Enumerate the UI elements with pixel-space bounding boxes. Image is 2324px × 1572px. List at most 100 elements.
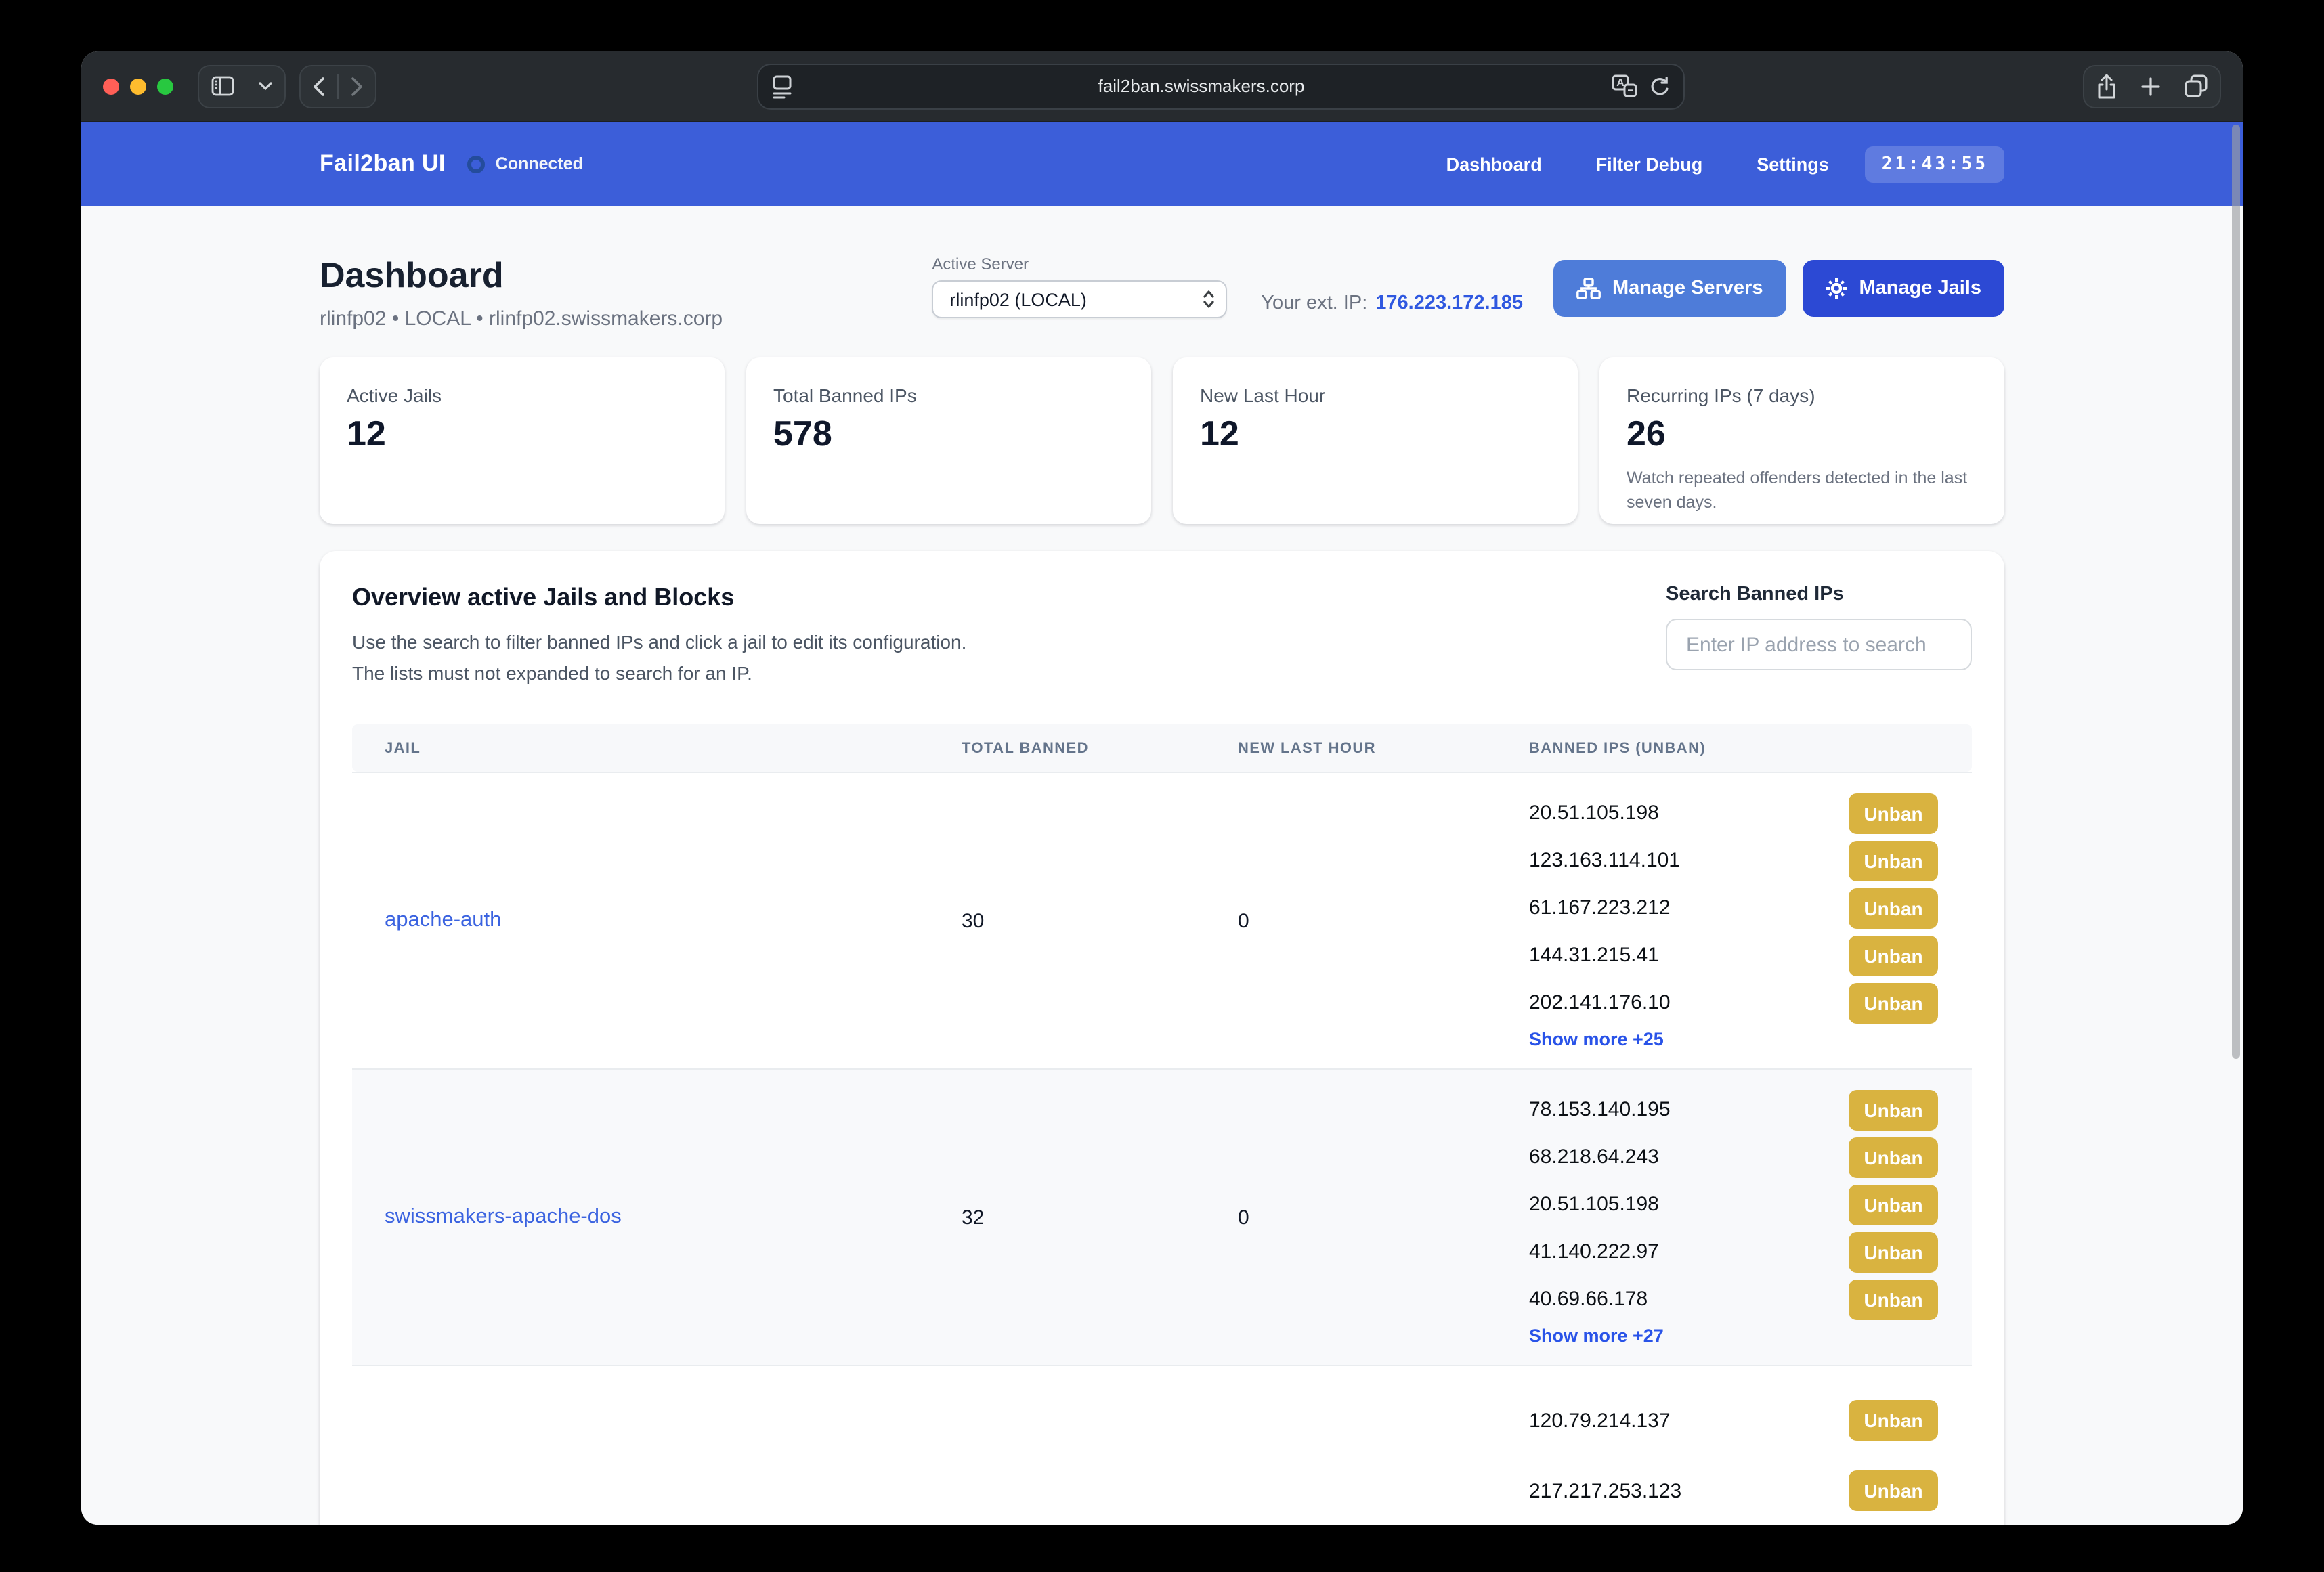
unban-button[interactable]: Unban: [1849, 1470, 1938, 1511]
unban-button[interactable]: Unban: [1849, 1400, 1938, 1441]
banned-ip-row: 41.140.222.97 Unban: [1529, 1228, 1972, 1275]
column-header-banned-ips: BANNED IPS (UNBAN): [1529, 740, 1972, 756]
banned-ip: 78.153.140.195: [1529, 1098, 1671, 1121]
nav-item-filter-debug[interactable]: Filter Debug: [1596, 154, 1703, 174]
jails-table: JAIL TOTAL BANNED NEW LAST HOUR BANNED I…: [352, 724, 1972, 1525]
nav-item-settings[interactable]: Settings: [1757, 154, 1829, 174]
banned-ip: 68.218.64.243: [1529, 1145, 1659, 1169]
stat-label: Active Jails: [347, 385, 697, 406]
unban-button[interactable]: Unban: [1849, 935, 1938, 976]
clock-badge: 21:43:55: [1866, 146, 2004, 182]
stat-value: 578: [773, 413, 1124, 455]
table-header: JAIL TOTAL BANNED NEW LAST HOUR BANNED I…: [352, 724, 1972, 772]
stat-card-total-banned: Total Banned IPs 578: [746, 357, 1151, 524]
screenshot-root: fail2ban.swissmakers.corp A: [0, 0, 2324, 1572]
column-header-jail: JAIL: [352, 740, 962, 756]
app-navbar: Fail2ban UI Connected Dashboard Filter D…: [81, 122, 2243, 206]
banned-ip-row: 20.51.105.198 Unban: [1529, 1181, 1972, 1228]
table-row: 120.79.214.137 Unban 217.217.253.123 Unb…: [352, 1365, 1972, 1525]
stat-value: 12: [1200, 413, 1551, 455]
banned-ip: 120.79.214.137: [1529, 1409, 1671, 1432]
unban-button[interactable]: Unban: [1849, 1279, 1938, 1319]
scrollbar-thumb[interactable]: [2232, 125, 2240, 1059]
share-icon[interactable]: [2084, 66, 2129, 106]
connection-status-label: Connected: [496, 154, 583, 173]
panel-description: Use the search to filter banned IPs and …: [352, 627, 966, 689]
active-server-value: rlinfp02 (LOCAL): [949, 289, 1087, 309]
banned-ip: 217.217.253.123: [1529, 1479, 1681, 1502]
banned-ip-row: 40.69.66.178 Unban: [1529, 1275, 1972, 1323]
jail-link[interactable]: swissmakers-apache-dos: [385, 1205, 622, 1229]
page-subtitle: rlinfp02 • LOCAL • rlinfp02.swissmakers.…: [320, 307, 723, 330]
total-banned-value: 30: [962, 773, 1238, 1068]
gear-icon: [1825, 278, 1847, 299]
manage-jails-label: Manage Jails: [1859, 278, 1981, 299]
banned-ip-row: 120.79.214.137 Unban: [1529, 1385, 1972, 1456]
page-header: Dashboard rlinfp02 • LOCAL • rlinfp02.sw…: [320, 255, 2004, 330]
show-more-link[interactable]: Show more +25: [1529, 1029, 1664, 1049]
stat-label: Total Banned IPs: [773, 385, 1124, 406]
close-window-button[interactable]: [103, 78, 119, 94]
banned-ips-cell: 78.153.140.195 Unban 68.218.64.243 Unban…: [1529, 1070, 1972, 1365]
stat-cards: Active Jails 12 Total Banned IPs 578 New…: [320, 357, 2004, 524]
unban-button[interactable]: Unban: [1849, 840, 1938, 881]
new-tab-icon[interactable]: [2129, 66, 2172, 106]
sidebar-toggle-group: [198, 64, 286, 108]
tab-overview-icon[interactable]: [2172, 66, 2220, 106]
url-text: fail2ban.swissmakers.corp: [792, 76, 1611, 96]
stat-card-new-last-hour: New Last Hour 12: [1173, 357, 1578, 524]
jail-link[interactable]: apache-auth: [385, 909, 501, 933]
unban-button[interactable]: Unban: [1849, 1231, 1938, 1272]
banned-ip-row: 61.167.223.212 Unban: [1529, 884, 1972, 932]
banned-ip: 123.163.114.101: [1529, 849, 1680, 872]
unban-button[interactable]: Unban: [1849, 1184, 1938, 1225]
select-stepper-icon: [1203, 290, 1215, 309]
banned-ip: 144.31.215.41: [1529, 944, 1659, 967]
banned-ip: 202.141.176.10: [1529, 991, 1671, 1014]
banned-ips-cell: 20.51.105.198 Unban 123.163.114.101 Unba…: [1529, 773, 1972, 1068]
active-server-label: Active Server: [932, 255, 1227, 274]
banned-ip: 41.140.222.97: [1529, 1240, 1659, 1263]
banned-ip-row: 217.217.253.123 Unban: [1529, 1456, 1972, 1525]
address-bar-wrap: fail2ban.swissmakers.corp A: [376, 63, 2064, 109]
back-icon[interactable]: [301, 66, 337, 106]
website-settings-icon[interactable]: [771, 74, 792, 98]
toolbar-actions-group: [2083, 64, 2221, 108]
banned-ip-row: 78.153.140.195 Unban: [1529, 1086, 1972, 1133]
stat-value: 26: [1627, 413, 1977, 455]
unban-button[interactable]: Unban: [1849, 793, 1938, 833]
search-input[interactable]: [1666, 619, 1972, 670]
banned-ips-cell: 120.79.214.137 Unban 217.217.253.123 Unb…: [1529, 1366, 1972, 1525]
manage-jails-button[interactable]: Manage Jails: [1802, 260, 2004, 317]
unban-button[interactable]: Unban: [1849, 1137, 1938, 1177]
history-nav-group: [299, 64, 376, 108]
translate-icon[interactable]: A: [1611, 74, 1637, 97]
browser-chrome: fail2ban.swissmakers.corp A: [81, 51, 2243, 122]
minimize-window-button[interactable]: [130, 78, 146, 94]
nav-item-dashboard[interactable]: Dashboard: [1446, 154, 1542, 174]
forward-icon[interactable]: [339, 66, 375, 106]
sitemap-icon: [1576, 278, 1600, 299]
chevron-down-icon[interactable]: [246, 66, 284, 106]
total-banned-value: [962, 1366, 1238, 1525]
unban-button[interactable]: Unban: [1849, 982, 1938, 1023]
zoom-window-button[interactable]: [157, 78, 173, 94]
stat-label: Recurring IPs (7 days): [1627, 385, 1977, 406]
reload-icon[interactable]: [1648, 75, 1669, 97]
banned-ip-row: 123.163.114.101 Unban: [1529, 837, 1972, 884]
manage-servers-button[interactable]: Manage Servers: [1553, 260, 1786, 317]
stat-card-recurring-ips: Recurring IPs (7 days) 26 Watch repeated…: [1599, 357, 2004, 524]
address-bar[interactable]: fail2ban.swissmakers.corp A: [756, 63, 1684, 109]
panel-description-line2: The lists must not expanded to search fo…: [352, 658, 966, 689]
table-row: apache-auth 30 0 20.51.105.198 Unban 123…: [352, 772, 1972, 1068]
column-header-total-banned: TOTAL BANNED: [962, 740, 1238, 756]
sidebar-icon[interactable]: [199, 66, 246, 106]
search-banned-ips-label: Search Banned IPs: [1666, 584, 1972, 605]
svg-text:A: A: [1616, 77, 1624, 89]
active-server-select[interactable]: rlinfp02 (LOCAL): [932, 280, 1227, 318]
unban-button[interactable]: Unban: [1849, 888, 1938, 928]
window-controls: [103, 78, 173, 94]
total-banned-value: 32: [962, 1070, 1238, 1365]
show-more-link[interactable]: Show more +27: [1529, 1326, 1664, 1346]
unban-button[interactable]: Unban: [1849, 1089, 1938, 1130]
